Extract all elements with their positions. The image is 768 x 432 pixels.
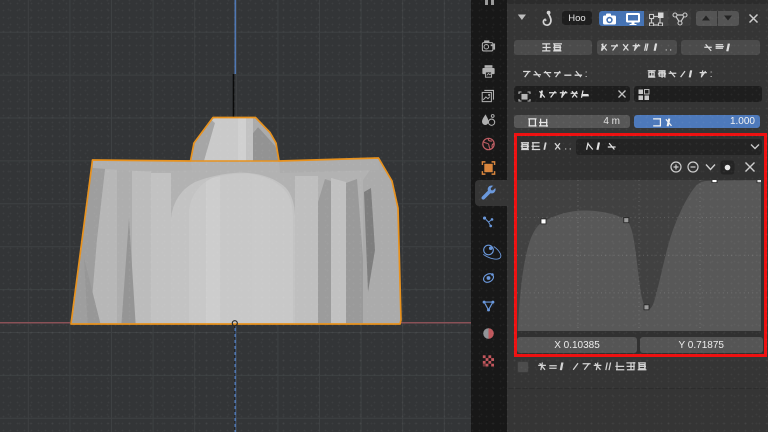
svg-text:.: . [568, 141, 571, 153]
svg-text:.: . [564, 141, 567, 153]
svg-text::: : [710, 69, 713, 80]
svg-text:.: . [669, 42, 672, 54]
svg-text:.: . [665, 42, 668, 54]
svg-text::: : [584, 69, 587, 80]
